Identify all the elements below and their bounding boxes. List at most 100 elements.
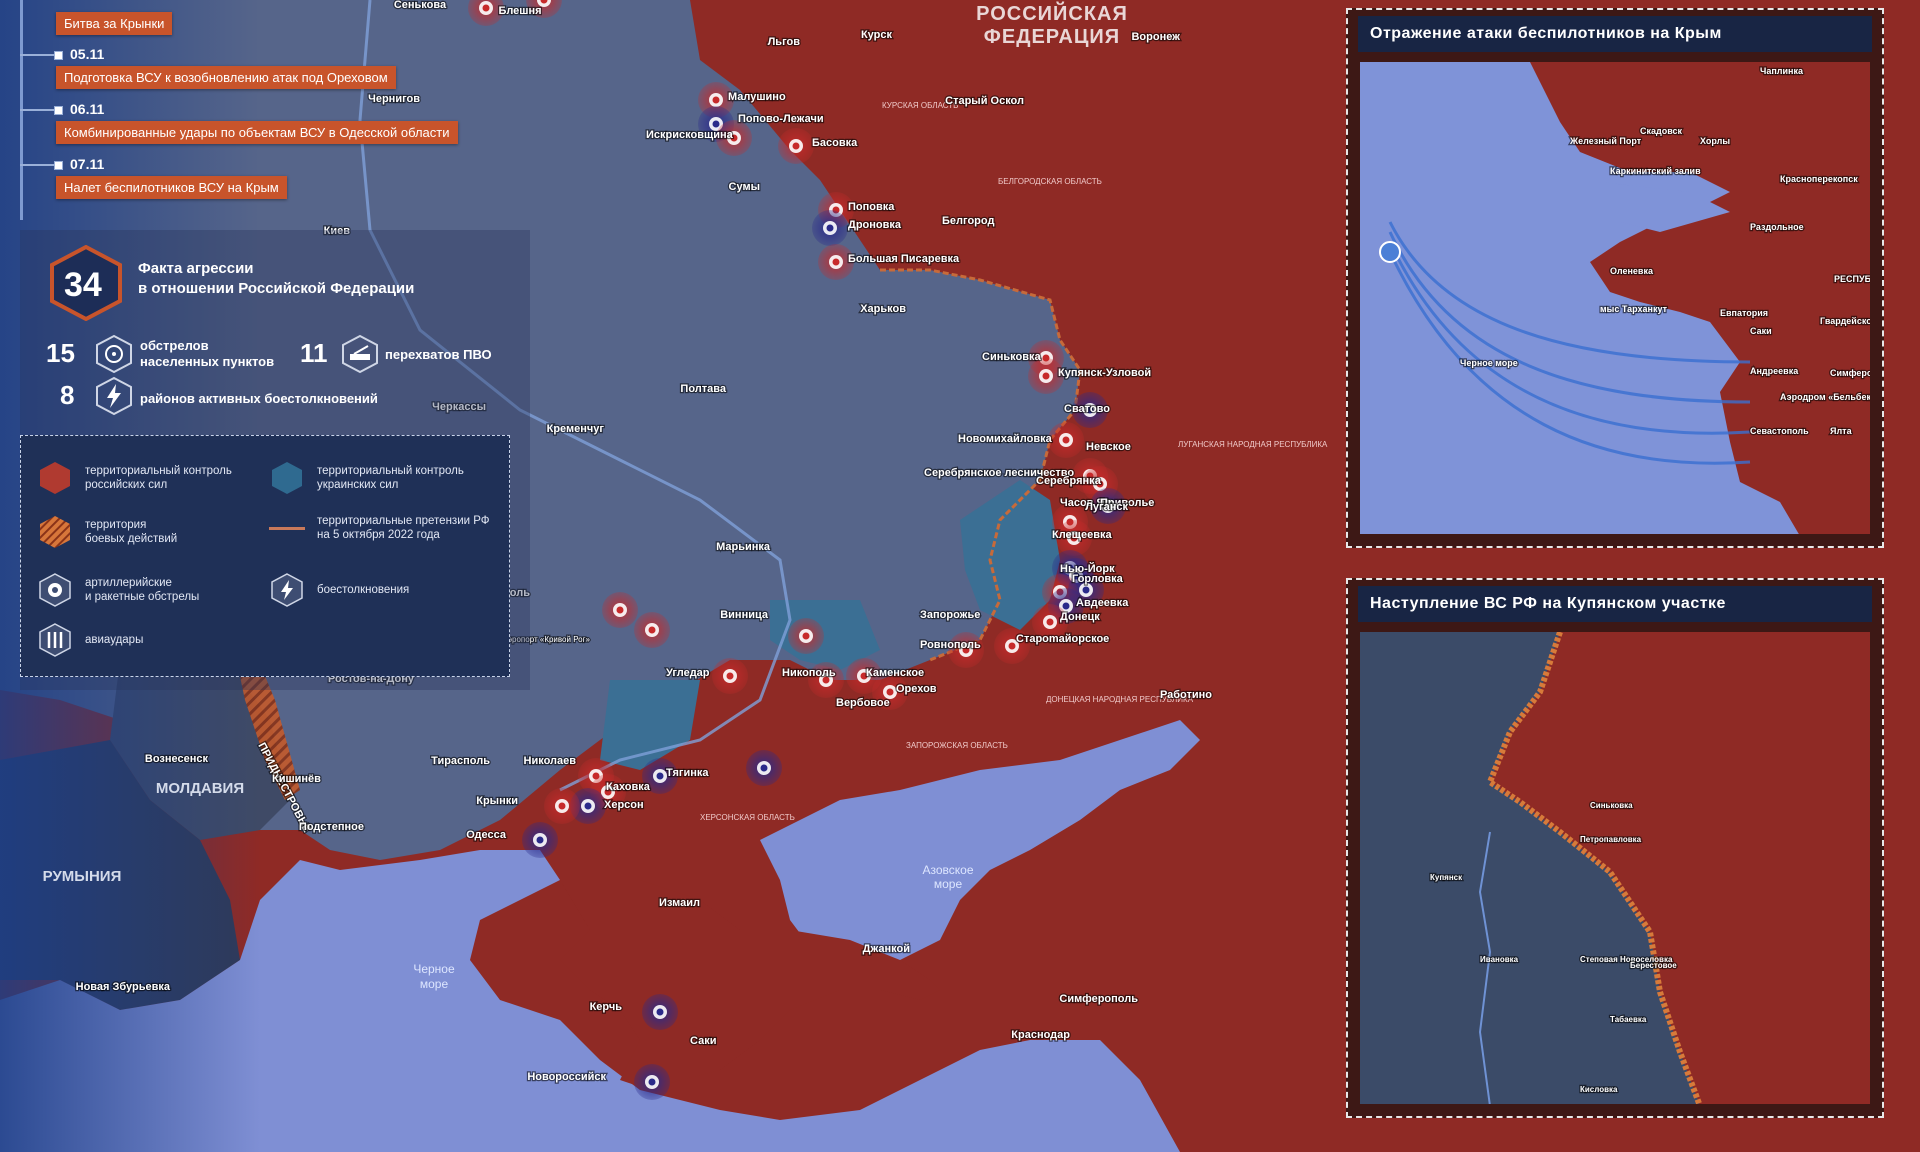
kupyansk-detail-map: КупянскСиньковкаПетропавловкаИвановка Сте…: [1360, 632, 1870, 1104]
legend-label: территория: [85, 519, 147, 531]
timeline-event[interactable]: Комбинированные удары по объектам ВСУ в …: [56, 121, 458, 144]
inset-place-label: Симферополь: [1830, 368, 1870, 378]
oblast-label: ЗАПОРОЖСКАЯ ОБЛАСТЬ: [906, 741, 1008, 750]
inset-place-label: Оленевка: [1610, 266, 1654, 276]
air-defense-icon: [342, 334, 378, 374]
city-label: Старый Оскол: [945, 95, 1024, 107]
inset-crimea-title: Отражение атаки беспилотников на Крым: [1358, 16, 1872, 52]
city-label: Подстепное: [299, 821, 364, 833]
marker-center: [648, 626, 656, 634]
oblast-label: ХЕРСОНСКАЯ ОБЛАСТЬ: [700, 813, 795, 822]
marker-center: [1062, 436, 1070, 444]
legend-label: территориальный контроль: [85, 465, 232, 477]
timeline-date: 06.11: [70, 101, 105, 117]
inset-place-label: Красноперекопск: [1780, 174, 1858, 184]
city-label: Крынки: [476, 795, 518, 807]
city-label: Сватово: [1064, 403, 1110, 415]
legend-label: артиллерийские: [85, 577, 172, 589]
region-label-1: РОССИЙСКАЯ: [976, 1, 1128, 25]
city-label: Симферополь: [1059, 993, 1138, 1005]
city-label: Каменское: [866, 667, 924, 679]
marker-center: [656, 772, 664, 780]
inset-crimea-map: Чаплинка Железный Порт Скадовск Хорлы Каркин…: [1360, 62, 1870, 534]
city-label: Воронеж: [1131, 31, 1180, 43]
city-label: Тягинка: [666, 767, 709, 779]
oblast-label: БЕЛГОРОДСКАЯ ОБЛАСТЬ: [998, 177, 1102, 186]
legend-item: авиаудары: [37, 622, 143, 658]
inset-place-label: Андреевка: [1750, 366, 1799, 376]
black-sea-label-1: Черное: [413, 962, 455, 976]
city-label: Попово-Лежачи: [738, 113, 824, 125]
marker-center: [1008, 642, 1016, 650]
crimea-detail-map: Чаплинка Железный ПортСкадовск Хорлы Каркин…: [1360, 62, 1870, 534]
timeline-tick: [20, 164, 58, 166]
inset-place-label: мыс Тарханкут: [1600, 304, 1668, 314]
legend-item: территориальный контроль российских сил: [37, 460, 232, 496]
marker-center: [760, 764, 768, 772]
stat-total: 34: [64, 266, 102, 304]
stat-intercept-count: 11: [300, 338, 328, 368]
artillery-icon: [39, 573, 71, 607]
timeline-date: 07.11: [70, 156, 105, 172]
city-label: Блешня: [498, 5, 541, 17]
city-label: Горловка: [1072, 573, 1124, 585]
stat-shelling-label-2: населенных пунктов: [140, 354, 275, 369]
marker-center: [832, 258, 840, 266]
inset-place-label: Ялта: [1830, 426, 1853, 436]
marker-center: [584, 802, 592, 810]
hex-red-icon: [40, 462, 70, 494]
airstrike-icon: [39, 623, 71, 657]
legend-label: и ракетные обстрелы: [85, 591, 200, 603]
marker-center: [886, 688, 894, 696]
stat-combat-count: 8: [60, 380, 75, 410]
timeline-dot: [54, 161, 63, 170]
city-label: Вербовое: [836, 697, 890, 709]
city-label: Новороссийск: [527, 1071, 606, 1083]
lightning-icon: [96, 376, 132, 416]
city-label: Полтава: [680, 383, 726, 395]
legend-label: украинских сил: [317, 479, 399, 491]
city-label: Орехов: [896, 683, 937, 695]
marker-center: [826, 224, 834, 232]
timeline-event[interactable]: Битва за Крынки: [56, 12, 173, 35]
legend-label: российских сил: [85, 479, 168, 491]
marker-center: [656, 1008, 664, 1016]
inset-place-label: Скадовск: [1640, 126, 1683, 136]
city-label: Купянск-Узловой: [1058, 367, 1151, 379]
moldova-label: МОЛДАВИЯ: [156, 780, 244, 797]
legend-item: территориальный контроль украинских сил: [269, 460, 464, 496]
city-label: Льгов: [768, 36, 801, 48]
city-label: Невское: [1086, 441, 1131, 453]
city-label: Клещеевка: [1052, 529, 1112, 541]
city-label: Авдеевка: [1076, 597, 1129, 609]
city-label: Серебрянка: [1036, 475, 1102, 487]
timeline-event[interactable]: Подготовка ВСУ к возобновлению атак под …: [56, 66, 396, 89]
city-label: Саки: [690, 1035, 716, 1047]
legend: территориальный контроль российских сил т…: [20, 435, 510, 677]
city-label: Измаил: [659, 897, 700, 909]
target-icon: [96, 334, 132, 374]
inset-crimea: Отражение атаки беспилотников на Крым Ча…: [1346, 8, 1884, 548]
city-label: Поповка: [848, 201, 895, 213]
inset-place-label: Синьковка: [1590, 801, 1633, 810]
inset-place-label: Ивановка: [1480, 955, 1519, 964]
marker-center: [802, 632, 810, 640]
stat-shelling-label-1: обстрелов: [140, 338, 209, 353]
inset-place-label: Раздольное: [1750, 222, 1804, 232]
city-label: Сумы: [729, 181, 760, 193]
city-label: Донецк: [1060, 611, 1100, 623]
legend-item: боестолкновения: [269, 572, 409, 608]
city-label: Марьинка: [716, 541, 771, 553]
inset-kupyansk-map: Купянск Синьковка Петропавловка Ивановка Сте…: [1360, 632, 1870, 1104]
inset-place-label: Табаевка: [1610, 1015, 1647, 1024]
city-label: Басовка: [812, 137, 858, 149]
inset-place-label: Купянск: [1430, 873, 1463, 882]
inset-place-label: Черное море: [1460, 358, 1518, 368]
inset-place-label: Железный Порт: [1569, 136, 1642, 146]
city-label: Работино: [1160, 689, 1212, 701]
legend-item: территориальные претензии РФ на 5 октября…: [269, 514, 490, 542]
timeline-event[interactable]: Налет беспилотников ВСУ на Крым: [56, 176, 287, 199]
azov-sea-label-1: Азовское: [922, 863, 973, 877]
stat-combat-label: районов активных боестолкновений: [140, 391, 378, 406]
legend-item: территория боевых действий: [37, 514, 177, 550]
